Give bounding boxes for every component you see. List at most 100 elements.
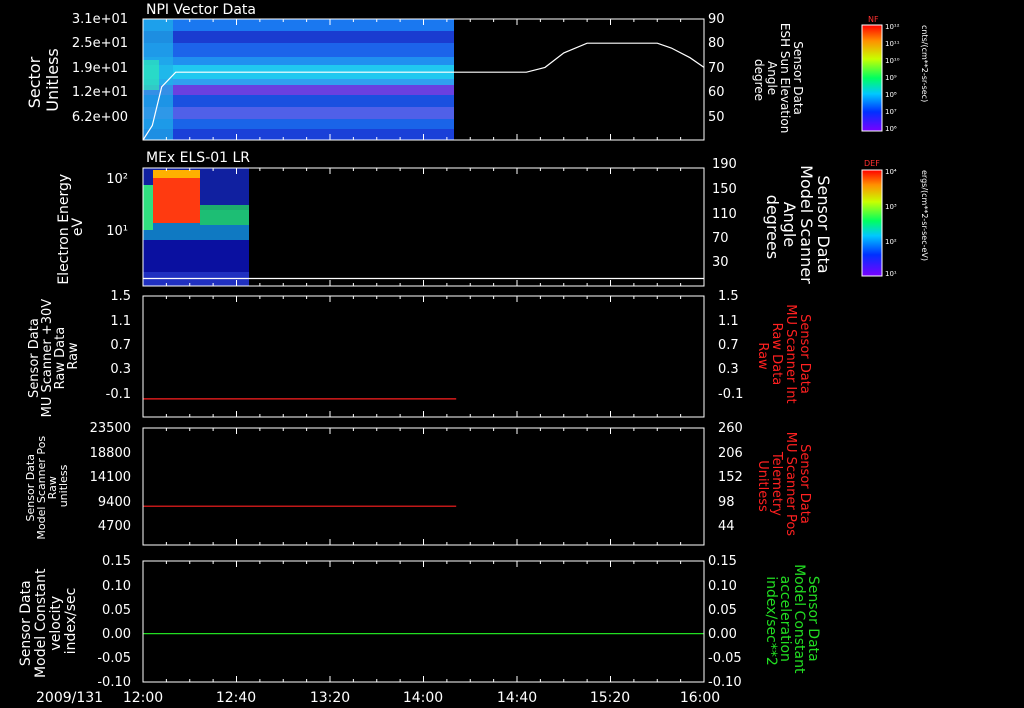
y-tick: 9400 (98, 495, 131, 510)
y-tick: 90 (708, 12, 725, 27)
y-tick: 1.5 (718, 289, 739, 304)
y-tick: 150 (712, 182, 737, 197)
scanner30v-y-ticks: 1.5 1.1 0.7 0.3 -0.1 (106, 289, 131, 402)
y-tick: 0.15 (708, 554, 737, 569)
y-tick: 0.15 (102, 554, 131, 569)
scanner-int-ylabel: Sensor Data MU Scanner Int Raw Data Raw (755, 304, 812, 408)
colorbar-ticks: 10⁴ 10³ 10² 10¹ (885, 168, 897, 278)
y-tick: 10² (106, 172, 128, 187)
y-tick: -0.05 (708, 651, 742, 666)
time-tick-label: 14:40 (497, 690, 537, 706)
ylabel-line: MU Scanner Int (783, 304, 798, 403)
y-tick: 44 (718, 519, 735, 534)
colorbar-tick: 10⁶ (885, 125, 897, 133)
scanner-pos-y-ticks: 23500 18800 14100 9400 4700 (90, 421, 131, 534)
colorbar-tick: 10⁹ (885, 74, 897, 82)
colorbar-tick: 10⁴ (885, 168, 897, 176)
scanner-int-y-ticks: 1.5 1.1 0.7 0.3 -0.1 (718, 289, 743, 402)
y-tick: 1.5 (110, 289, 131, 304)
colorbar-units: ergs/(cm**2-sr-sec-eV) (920, 170, 929, 261)
y-tick: -0.05 (97, 651, 131, 666)
y-tick: 0.10 (708, 579, 737, 594)
y-tick: 70 (712, 231, 729, 246)
y-tick: 1.1 (110, 314, 131, 329)
y-tick: 60 (708, 85, 725, 100)
y-tick: 1.9e+01 (72, 61, 128, 76)
colorbar-tick: 10¹ (885, 270, 897, 278)
ylabel-line: index/sec**2 (763, 576, 779, 666)
ylabel-line: Angle (765, 61, 779, 95)
npi-panel-title: NPI Vector Data (146, 2, 256, 18)
y-tick: 4700 (98, 519, 131, 534)
colorbar-units: cnts/(cm**2-sr-sec) (920, 25, 929, 102)
time-tick-label: 12:40 (216, 690, 256, 706)
acceleration-ylabel: Sensor Data Model Constant acceleration … (763, 564, 821, 678)
els-y-ticks: 10² 10¹ (106, 172, 128, 239)
colorbar-tick: 10³ (885, 203, 897, 211)
date-label: 2009/131 (36, 690, 103, 706)
y-tick: 10¹ (106, 224, 128, 239)
y-tick: 18800 (90, 446, 131, 461)
ylabel-line: index/sec (63, 588, 79, 655)
colorbar-tick: 10⁷ (885, 108, 897, 116)
ylabel-line: Model Constant (33, 568, 49, 678)
y-tick: -0.1 (718, 387, 743, 402)
npi-y-ticks: 3.1e+01 2.5e+01 1.9e+01 1.2e+01 6.2e+00 (72, 12, 128, 125)
y-tick: 98 (718, 495, 735, 510)
y-tick: 0.00 (708, 627, 737, 642)
velocity-ylabel: Sensor Data Model Constant velocity inde… (18, 564, 79, 678)
colorbar-title: DEF (864, 159, 880, 168)
y-tick: 3.1e+01 (72, 12, 128, 27)
y-tick: 1.1 (718, 314, 739, 329)
ylabel-line: unitless (57, 464, 70, 507)
colorbar-tick: 10¹¹ (885, 40, 900, 48)
npi-spectrogram (143, 19, 454, 140)
y-tick: -0.10 (708, 675, 742, 690)
ylabel-line: Sensor Data (791, 41, 805, 115)
y-tick: 0.7 (110, 338, 131, 353)
time-tick-label: 12:00 (123, 690, 163, 706)
colorbar-tick: 10¹² (885, 23, 900, 31)
y-tick: 14100 (90, 470, 131, 485)
def-colorbar: DEF 10⁴ 10³ 10² 10¹ ergs/(cm**2-sr-sec-e… (861, 159, 929, 278)
npi-ylabel: Sector Unitless (25, 48, 62, 112)
els-panel-title: MEx ELS-01 LR (146, 150, 250, 166)
time-tick-label: 16:00 (680, 690, 720, 706)
y-tick: 0.10 (102, 579, 131, 594)
y-tick: 0.3 (110, 362, 131, 377)
ylabel-line: Raw (755, 342, 770, 370)
y-tick: 2.5e+01 (72, 36, 128, 51)
time-tick-label: 15:20 (590, 690, 630, 706)
y-tick: 206 (718, 446, 743, 461)
y-tick: 50 (708, 110, 725, 125)
y-tick: 6.2e+00 (72, 110, 128, 125)
colorbar-tick: 10⁸ (885, 91, 897, 99)
ylabel-line: Unitless (755, 460, 770, 512)
y-tick: -0.1 (106, 387, 131, 402)
velocity-y-ticks: 0.15 0.10 0.05 0.00 -0.05 -0.10 (97, 554, 131, 690)
y-tick: 70 (708, 61, 725, 76)
ylabel-line: degree (752, 59, 766, 101)
colorbar-tick: 10¹⁰ (885, 57, 900, 65)
y-tick: 0.05 (102, 603, 131, 618)
elevation-y-ticks: 90 80 70 60 50 (708, 12, 725, 125)
ylabel-line: Sensor Data (797, 314, 812, 394)
y-tick: 152 (718, 470, 743, 485)
ylabel-line: eV (70, 217, 86, 236)
time-tick-label: 14:00 (403, 690, 443, 706)
colorbar-ticks: 10¹² 10¹¹ 10¹⁰ 10⁹ 10⁸ 10⁷ 10⁶ (885, 23, 900, 133)
ylabel-line: velocity (48, 596, 64, 651)
time-tick-label: 13:20 (310, 690, 350, 706)
y-tick: -0.10 (97, 675, 131, 690)
ylabel-line: Raw Data (769, 323, 784, 386)
colorbar-tick: 10² (885, 238, 897, 246)
elevation-ylabel: Sensor Data ESH Sun Elevation Angle degr… (752, 23, 805, 137)
els-spectrogram (143, 168, 249, 286)
y-tick: 30 (712, 255, 729, 270)
scanner-telemetry-y-ticks: 260 206 152 98 44 (718, 421, 743, 534)
scanner-pos-ylabel: Sensor Data Model Scanner Pos Raw unitle… (24, 432, 70, 539)
scanner30v-ylabel: Sensor Data MU Scanner +30V Raw Data Raw (27, 295, 81, 418)
colorbar-title: NF (868, 15, 879, 24)
scanner-angle-ylabel: Sensor Data Model Scanner Angle degrees (763, 165, 833, 289)
y-tick: 0.00 (102, 627, 131, 642)
